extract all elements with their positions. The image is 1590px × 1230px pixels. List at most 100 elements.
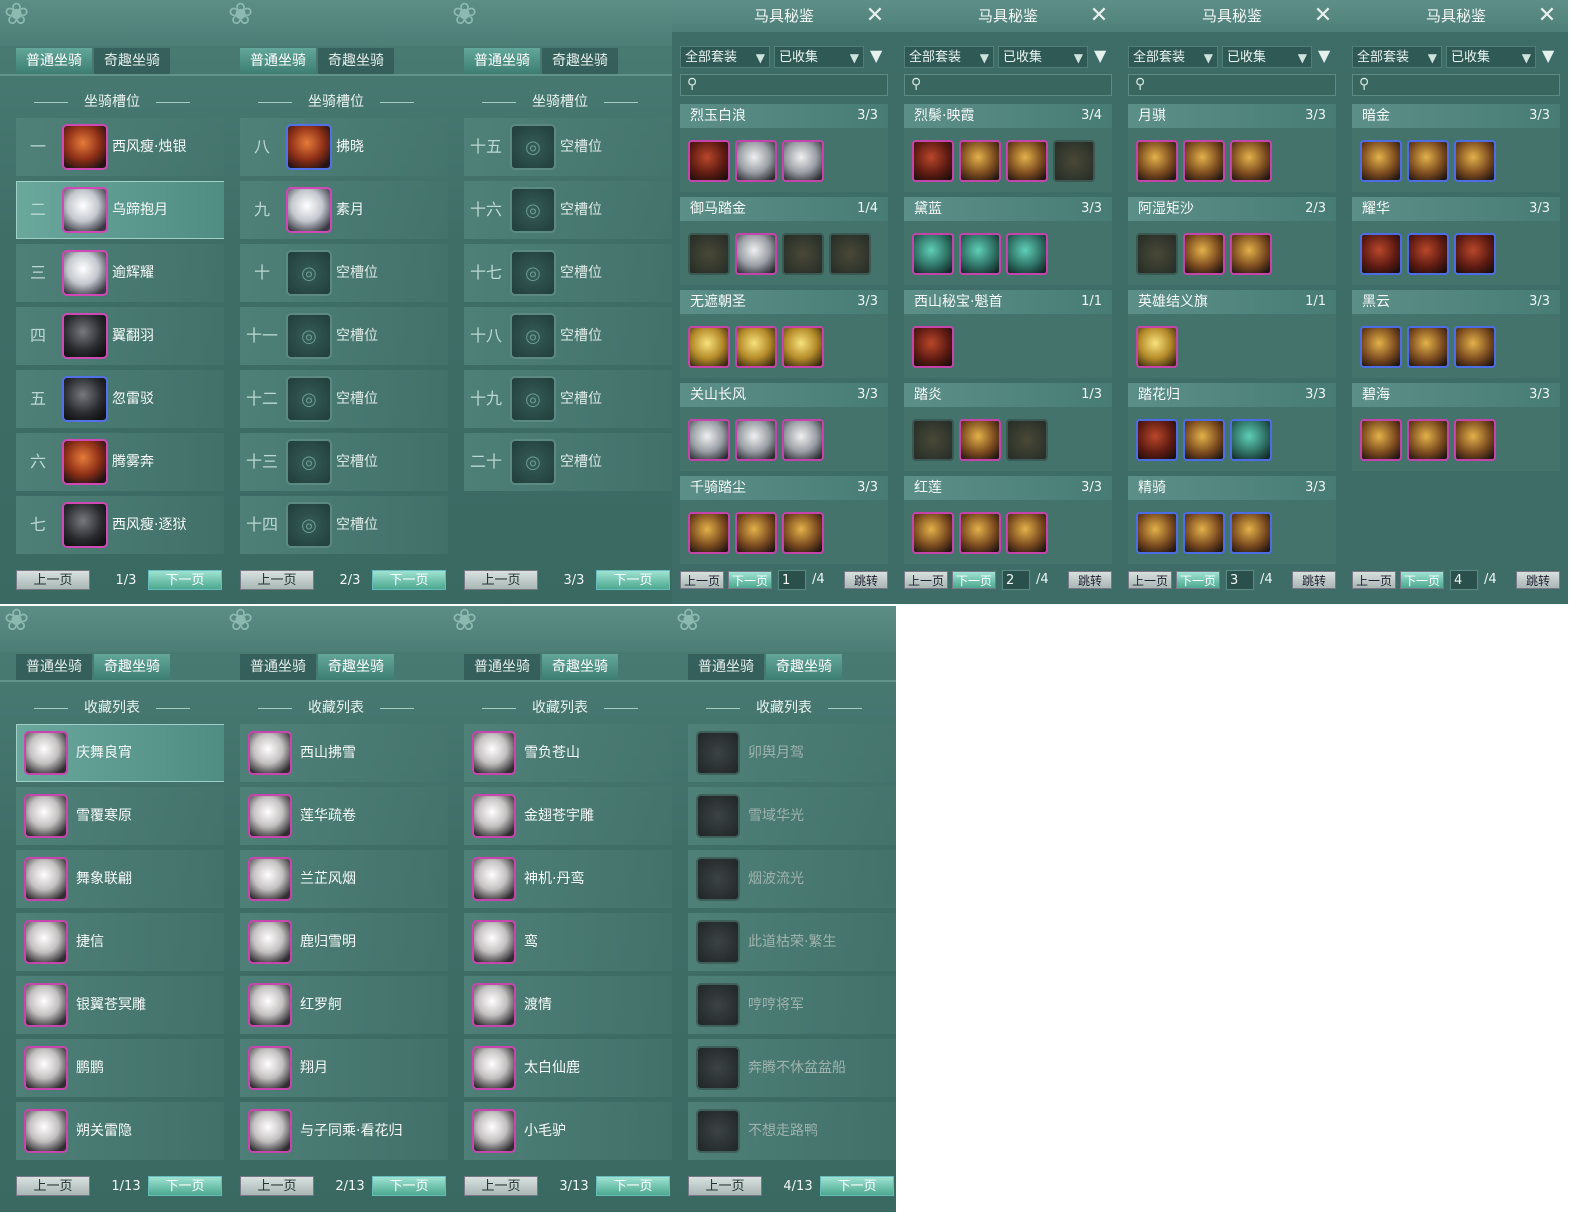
mount-slot-row[interactable]: 四 翼翻羽 [16,307,224,365]
collection-row[interactable]: 金翅苍宇雕 [464,787,672,845]
tack-item-icon[interactable] [1053,140,1095,182]
tack-item-icon[interactable] [688,419,730,461]
collection-row[interactable]: 朔关雷隐 [16,1102,224,1160]
tack-item-icon[interactable] [1407,326,1449,368]
tack-item-icon[interactable] [912,512,954,554]
tack-item-icon[interactable] [735,140,777,182]
mount-slot-row[interactable]: 二 乌蹄抱月 [16,181,224,239]
tack-item-icon[interactable] [912,419,954,461]
collection-row[interactable]: 雪域华光 [688,787,896,845]
tack-item-icon[interactable] [782,233,824,275]
tack-item-icon[interactable] [782,419,824,461]
empty-slot-row[interactable]: 十三 ◎ 空槽位 [240,433,448,491]
tab-normal-mounts[interactable]: 普通坐骑 [240,654,316,680]
empty-slot-row[interactable]: 二十 ◎ 空槽位 [464,433,672,491]
tack-item-icon[interactable] [688,140,730,182]
filter-icon[interactable]: ▼ [1318,46,1330,65]
tack-item-icon[interactable] [1136,326,1178,368]
empty-slot-row[interactable]: 十 ◎ 空槽位 [240,244,448,302]
prev-page-button[interactable]: 上一页 [464,570,538,590]
search-input[interactable]: ⚲ [1128,74,1336,96]
mount-slot-row[interactable]: 七 西风瘦·逐狱 [16,496,224,554]
next-page-button[interactable]: 下一页 [596,1176,670,1196]
collection-row[interactable]: 莲华疏卷 [240,787,448,845]
tack-item-icon[interactable] [1136,512,1178,554]
next-page-button[interactable]: 下一页 [372,1176,446,1196]
jump-button[interactable]: 跳转 [1516,571,1560,589]
collected-filter-dropdown[interactable]: 已收集 ▼ [998,46,1088,68]
tab-fun-mounts[interactable]: 奇趣坐骑 [542,48,618,74]
tack-item-icon[interactable] [735,419,777,461]
tack-item-icon[interactable] [1407,233,1449,275]
filter-icon[interactable]: ▼ [1094,46,1106,65]
tack-item-icon[interactable] [735,326,777,368]
tack-item-icon[interactable] [959,233,1001,275]
collected-filter-dropdown[interactable]: 已收集 ▼ [1222,46,1312,68]
empty-slot-row[interactable]: 十八 ◎ 空槽位 [464,307,672,365]
jump-button[interactable]: 跳转 [1292,571,1336,589]
tack-item-icon[interactable] [688,233,730,275]
next-page-button[interactable]: 下一页 [820,1176,894,1196]
tack-item-icon[interactable] [1183,233,1225,275]
tack-item-icon[interactable] [1006,140,1048,182]
next-page-button[interactable]: 下一页 [728,571,772,589]
empty-slot-row[interactable]: 十一 ◎ 空槽位 [240,307,448,365]
tack-item-icon[interactable] [1230,419,1272,461]
prev-page-button[interactable]: 上一页 [680,571,724,589]
mount-slot-row[interactable]: 五 忽雷驳 [16,370,224,428]
tack-item-icon[interactable] [1230,512,1272,554]
empty-slot-row[interactable]: 十二 ◎ 空槽位 [240,370,448,428]
filter-icon[interactable]: ▼ [870,46,882,65]
tack-item-icon[interactable] [912,140,954,182]
collection-row[interactable]: 太白仙鹿 [464,1039,672,1097]
tack-item-icon[interactable] [959,140,1001,182]
tack-item-icon[interactable] [782,140,824,182]
prev-page-button[interactable]: 上一页 [464,1176,538,1196]
tab-normal-mounts[interactable]: 普通坐骑 [464,654,540,680]
collection-row[interactable]: 烟波流光 [688,850,896,908]
collection-row[interactable]: 神机·丹鸾 [464,850,672,908]
collection-row[interactable]: 兰芷风烟 [240,850,448,908]
tack-item-icon[interactable] [735,512,777,554]
jump-button[interactable]: 跳转 [1068,571,1112,589]
filter-icon[interactable]: ▼ [1542,46,1554,65]
tack-item-icon[interactable] [782,512,824,554]
tack-item-icon[interactable] [1360,140,1402,182]
mount-slot-row[interactable]: 三 逾辉耀 [16,244,224,302]
tack-item-icon[interactable] [1183,512,1225,554]
collection-row[interactable]: 哼哼将军 [688,976,896,1034]
tab-fun-mounts[interactable]: 奇趣坐骑 [94,48,170,74]
tack-item-icon[interactable] [959,419,1001,461]
tack-item-icon[interactable] [1454,140,1496,182]
collection-row[interactable]: 与子同乘·看花归 [240,1102,448,1160]
next-page-button[interactable]: 下一页 [1176,571,1220,589]
empty-slot-row[interactable]: 十五 ◎ 空槽位 [464,118,672,176]
mount-slot-row[interactable]: 九 素月 [240,181,448,239]
set-filter-dropdown[interactable]: 全部套装 ▼ [680,46,770,68]
prev-page-button[interactable]: 上一页 [904,571,948,589]
collection-row[interactable]: 庆舞良宵 [16,724,224,782]
prev-page-button[interactable]: 上一页 [1128,571,1172,589]
collection-row[interactable]: 翔月 [240,1039,448,1097]
tack-item-icon[interactable] [1454,233,1496,275]
tack-item-icon[interactable] [1230,233,1272,275]
tab-normal-mounts[interactable]: 普通坐骑 [240,48,316,74]
tab-fun-mounts[interactable]: 奇趣坐骑 [542,654,618,680]
tab-fun-mounts[interactable]: 奇趣坐骑 [94,654,170,680]
page-number-input[interactable]: 2 [1002,570,1030,590]
page-number-input[interactable]: 4 [1450,570,1478,590]
next-page-button[interactable]: 下一页 [372,570,446,590]
page-number-input[interactable]: 3 [1226,570,1254,590]
tack-item-icon[interactable] [735,233,777,275]
tack-item-icon[interactable] [1006,233,1048,275]
tab-normal-mounts[interactable]: 普通坐骑 [464,48,540,74]
tack-item-icon[interactable] [1454,419,1496,461]
collection-row[interactable]: 小毛驴 [464,1102,672,1160]
mount-slot-row[interactable]: 八 拂晓 [240,118,448,176]
collection-row[interactable]: 不想走路鸭 [688,1102,896,1160]
tack-item-icon[interactable] [1230,140,1272,182]
prev-page-button[interactable]: 上一页 [240,1176,314,1196]
tack-item-icon[interactable] [1407,140,1449,182]
tack-item-icon[interactable] [1183,140,1225,182]
tack-item-icon[interactable] [1136,140,1178,182]
